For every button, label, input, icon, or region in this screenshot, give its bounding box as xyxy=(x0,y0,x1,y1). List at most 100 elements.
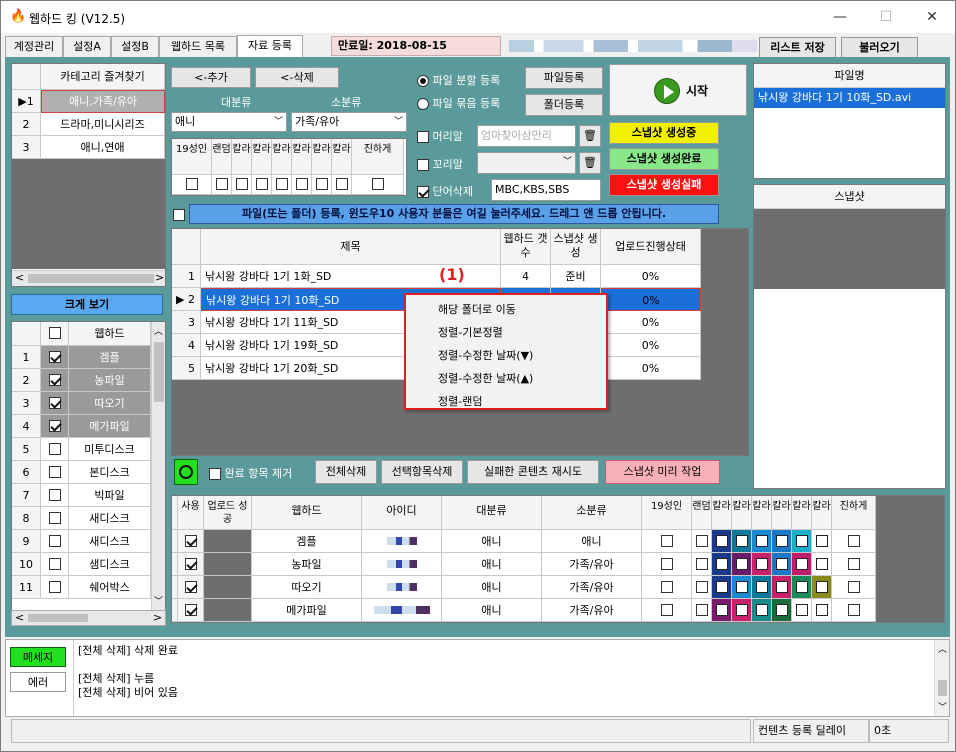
upload-color-swatch[interactable] xyxy=(792,599,812,622)
webhard-checkbox[interactable] xyxy=(41,346,69,369)
delete-all-button[interactable]: 전체삭제 xyxy=(315,460,377,484)
webhard-name[interactable]: 겜플 xyxy=(69,346,151,369)
upload-use-checkbox[interactable] xyxy=(178,576,204,599)
webhard-name[interactable]: 미투디스크 xyxy=(69,438,151,461)
flag-checkbox[interactable] xyxy=(172,175,212,195)
snapshot-preview-button[interactable]: 스냅샷 미리 작업 xyxy=(605,460,720,484)
upload-color-swatch[interactable] xyxy=(792,530,812,553)
flag-checkbox[interactable] xyxy=(212,175,232,195)
webhard-checkbox[interactable] xyxy=(41,553,69,576)
delete-button[interactable]: <-삭제 xyxy=(255,67,339,88)
scroll-right-icon[interactable]: > xyxy=(153,611,162,624)
scroll-left-icon[interactable]: < xyxy=(15,271,24,284)
upload-color-swatch[interactable] xyxy=(712,530,732,553)
scroll-thumb[interactable] xyxy=(154,342,164,402)
upload-color-swatch[interactable] xyxy=(812,576,832,599)
upload-color-swatch[interactable] xyxy=(712,576,732,599)
upload-adult-checkbox[interactable] xyxy=(642,599,692,622)
message-tab[interactable]: 메세지 xyxy=(10,647,66,667)
upload-random-checkbox[interactable] xyxy=(692,530,712,553)
upload-adult-checkbox[interactable] xyxy=(642,530,692,553)
menu-item-sort-default[interactable]: 정렬-기본정렬 xyxy=(438,324,503,340)
upload-color-swatch[interactable] xyxy=(772,530,792,553)
message-scrollbar[interactable]: ︿ ﹀ xyxy=(934,640,949,716)
upload-random-checkbox[interactable] xyxy=(692,576,712,599)
chevron-up-icon[interactable]: ︿ xyxy=(154,324,163,337)
upload-color-swatch[interactable] xyxy=(752,553,772,576)
error-tab[interactable]: 에러 xyxy=(10,672,66,692)
upload-random-checkbox[interactable] xyxy=(692,599,712,622)
flag-checkbox[interactable] xyxy=(292,175,312,195)
save-list-button[interactable]: 리스트 저장 xyxy=(759,37,836,58)
webhard-name[interactable]: 메가파일 xyxy=(69,415,151,438)
menu-item-sort-random[interactable]: 정렬-랜덤 xyxy=(438,393,482,409)
webhard-name[interactable]: 농파일 xyxy=(69,369,151,392)
scroll-left-icon[interactable]: < xyxy=(15,611,24,624)
upload-use-checkbox[interactable] xyxy=(178,530,204,553)
category-row-2[interactable]: 드라마,미니시리즈 xyxy=(41,113,165,136)
webhard-name[interactable]: 새디스크 xyxy=(69,530,151,553)
upload-color-swatch[interactable] xyxy=(732,553,752,576)
header-checkbox[interactable]: 머리말 xyxy=(417,128,463,144)
tab-account[interactable]: 계정관리 xyxy=(5,36,63,57)
upload-color-swatch[interactable] xyxy=(812,553,832,576)
upload-adult-checkbox[interactable] xyxy=(642,553,692,576)
upload-bold-checkbox[interactable] xyxy=(832,576,876,599)
remove-completed-checkbox[interactable]: 완료 항목 제거 xyxy=(209,465,292,481)
upload-color-swatch[interactable] xyxy=(792,553,812,576)
scroll-thumb[interactable] xyxy=(28,274,154,283)
header-input[interactable]: 엄마찾아삼만리 xyxy=(477,125,576,147)
tab-webhard-list[interactable]: 웹하드 목록 xyxy=(159,36,237,57)
windows10-register-notice-button[interactable]: 파일(또는 폴더) 등록, 윈도우10 사용자 분들은 여길 눌러주세요. 드레… xyxy=(189,204,719,224)
menu-item-sort-modified-desc[interactable]: 정렬-수정한 날짜(▼) xyxy=(438,347,533,363)
webhard-name[interactable]: 빅파일 xyxy=(69,484,151,507)
menu-item-go-to-folder[interactable]: 해당 폴더로 이동 xyxy=(438,301,516,317)
upload-color-swatch[interactable] xyxy=(772,553,792,576)
upload-adult-checkbox[interactable] xyxy=(642,576,692,599)
upload-color-swatch[interactable] xyxy=(752,599,772,622)
webhard-scrollbar[interactable]: ︿ ﹀ xyxy=(151,322,165,610)
upload-use-checkbox[interactable] xyxy=(178,553,204,576)
upload-color-swatch[interactable] xyxy=(712,599,732,622)
webhard-hscrollbar[interactable]: < > xyxy=(11,610,166,626)
webhard-name[interactable]: 쉐어박스 xyxy=(69,576,151,599)
footer-trash-icon[interactable]: 🗑 xyxy=(579,152,601,174)
scroll-thumb[interactable] xyxy=(28,614,88,622)
minimize-button[interactable]: — xyxy=(817,1,863,33)
alarm-clock-icon[interactable] xyxy=(174,459,198,485)
category-scrollbar[interactable]: < > xyxy=(12,270,165,286)
scroll-right-icon[interactable]: > xyxy=(155,271,164,284)
webhard-name[interactable]: 본디스크 xyxy=(69,461,151,484)
upload-color-swatch[interactable] xyxy=(712,553,732,576)
upload-use-checkbox[interactable] xyxy=(178,599,204,622)
load-button[interactable]: 불러오기 xyxy=(841,37,918,58)
notice-checkbox[interactable] xyxy=(173,208,185,221)
upload-color-swatch[interactable] xyxy=(772,599,792,622)
file-register-button[interactable]: 파일등록 xyxy=(525,67,603,89)
category-row-1[interactable]: 애니,가족/유아 xyxy=(41,90,165,113)
flag-checkbox[interactable] xyxy=(352,175,404,195)
chevron-up-icon[interactable]: ︿ xyxy=(938,642,947,655)
webhard-checkbox[interactable] xyxy=(41,484,69,507)
upload-color-swatch[interactable] xyxy=(792,576,812,599)
delete-selected-button[interactable]: 선택항목삭제 xyxy=(381,460,463,484)
flag-checkbox[interactable] xyxy=(332,175,352,195)
webhard-checkbox[interactable] xyxy=(41,415,69,438)
close-button[interactable]: ✕ xyxy=(909,1,955,33)
footer-input[interactable]: ﹀ xyxy=(477,152,576,174)
upload-color-swatch[interactable] xyxy=(752,576,772,599)
upload-color-swatch[interactable] xyxy=(752,530,772,553)
footer-checkbox[interactable]: 꼬리말 xyxy=(417,156,463,172)
radio-bundle-register[interactable]: 파일 묶음 등록 xyxy=(417,95,500,111)
chevron-down-icon[interactable]: ﹀ xyxy=(938,700,947,713)
chevron-down-icon[interactable]: ﹀ xyxy=(154,594,163,607)
retry-failed-button[interactable]: 실패한 콘텐츠 재시도 xyxy=(467,460,599,484)
webhard-checkbox[interactable] xyxy=(41,530,69,553)
flag-checkbox[interactable] xyxy=(272,175,292,195)
big-view-button[interactable]: 크게 보기 xyxy=(11,294,163,315)
filename-item[interactable]: 낚시왕 강바다 1기 10화_SD.avi xyxy=(754,88,945,108)
webhard-checkbox[interactable] xyxy=(41,369,69,392)
flag-checkbox[interactable] xyxy=(252,175,272,195)
tab-settings-a[interactable]: 설정A xyxy=(63,36,111,57)
maximize-button[interactable]: ☐ xyxy=(863,1,909,33)
